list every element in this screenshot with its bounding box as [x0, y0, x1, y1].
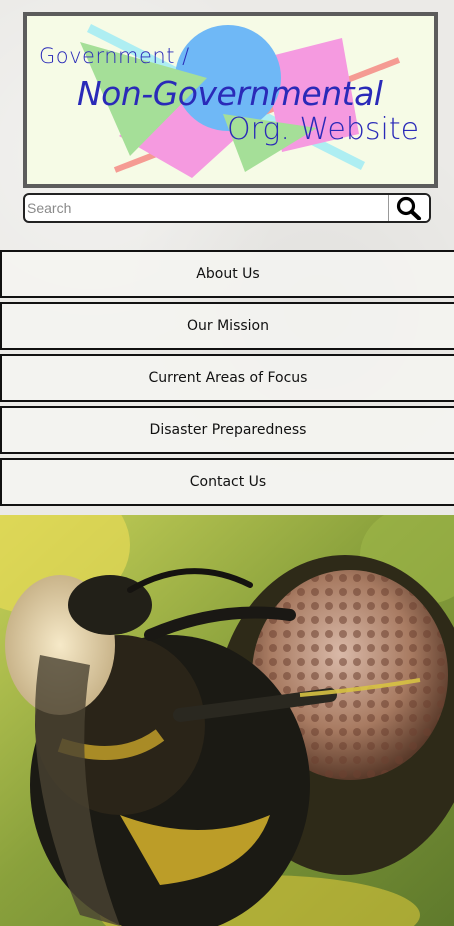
- search-icon: [396, 196, 421, 220]
- search-input[interactable]: [25, 195, 391, 221]
- site-title-line-1: Government /: [39, 44, 190, 68]
- site-title-line-3: Org. Website: [227, 112, 420, 147]
- hero-image-bee-on-flower: [0, 515, 454, 926]
- nav-item-label: Current Areas of Focus: [148, 370, 308, 386]
- bee-on-flower-illustration: [0, 515, 454, 926]
- site-header-banner[interactable]: Government / Non-Governmental Org. Websi…: [23, 12, 438, 188]
- nav-item-contact-us[interactable]: Contact Us: [0, 458, 454, 506]
- nav-item-disaster-preparedness[interactable]: Disaster Preparedness: [0, 406, 454, 454]
- site-title-line-2: Non-Governmental: [77, 74, 383, 113]
- nav-item-label: Our Mission: [187, 318, 269, 334]
- nav-item-label: Contact Us: [189, 474, 267, 490]
- nav-item-current-areas-of-focus[interactable]: Current Areas of Focus: [0, 354, 454, 402]
- nav-item-label: About Us: [196, 266, 260, 282]
- nav-item-our-mission[interactable]: Our Mission: [0, 302, 454, 350]
- main-navigation: About Us Our Mission Current Areas of Fo…: [0, 250, 454, 510]
- nav-item-about-us[interactable]: About Us: [0, 250, 454, 298]
- nav-item-label: Disaster Preparedness: [149, 422, 307, 438]
- search-bar: [23, 193, 431, 223]
- search-button[interactable]: [388, 195, 429, 221]
